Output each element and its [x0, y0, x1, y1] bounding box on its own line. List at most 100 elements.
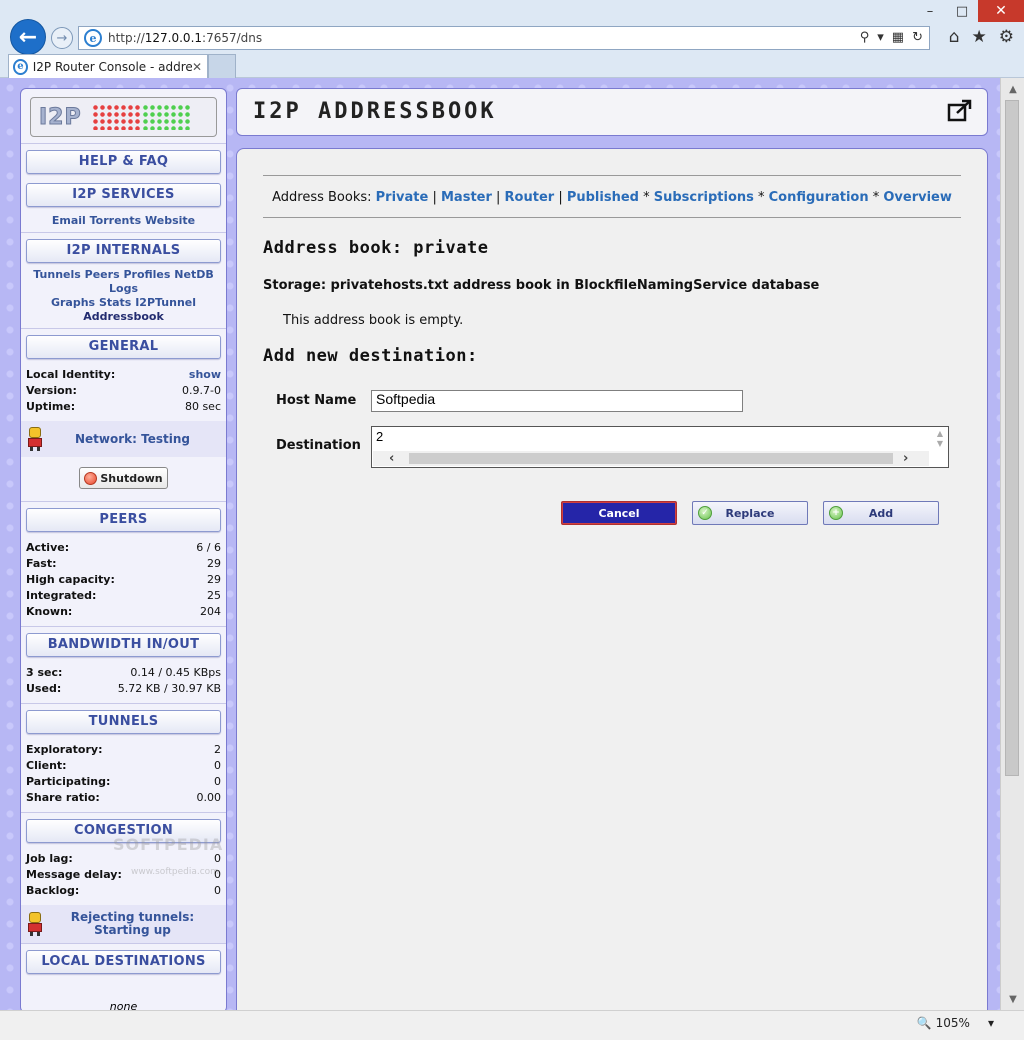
browser-tab[interactable]: e I2P Router Console - addres... ✕	[8, 54, 208, 78]
textarea-vertical-scrollbar[interactable]: ▲ ▼	[934, 429, 946, 451]
bandwidth-stat-key: Used:	[26, 682, 62, 695]
tab-close-icon[interactable]: ✕	[192, 60, 202, 74]
nav-published[interactable]: Published	[567, 190, 639, 205]
search-icon[interactable]: ⚲	[860, 30, 870, 45]
nav-subscriptions[interactable]: Subscriptions	[654, 190, 754, 205]
tunnels-button[interactable]: TUNNELS	[26, 710, 221, 734]
compat-view-icon[interactable]: ▦	[892, 30, 904, 45]
tunnels-stat-value: 2	[214, 743, 221, 756]
tunnels-stat-value: 0	[214, 775, 221, 788]
scroll-up-icon[interactable]: ▲	[1001, 80, 1024, 98]
add-button[interactable]: + Add	[823, 501, 939, 525]
i2p-logo[interactable]: I2P	[30, 97, 217, 137]
destination-textarea[interactable]: 2 ▲ ▼ ‹ ›	[371, 426, 949, 468]
scrollbar-thumb[interactable]	[1005, 100, 1019, 776]
textarea-horizontal-scrollbar[interactable]: ‹ ›	[373, 451, 929, 466]
tunnels-stat-key: Client:	[26, 759, 67, 772]
addressbook-heading: Address book: private	[263, 238, 489, 258]
cancel-button[interactable]: Cancel	[561, 501, 677, 525]
show-identity-link[interactable]: show	[189, 368, 221, 381]
destination-row: Destination 2 ▲ ▼ ‹ ›	[263, 426, 961, 468]
forward-arrow-icon: →	[56, 30, 68, 46]
tunnels-stat-key: Share ratio:	[26, 791, 100, 804]
nav-configuration[interactable]: Configuration	[769, 190, 869, 205]
host-label: Host Name	[276, 393, 357, 408]
local-destinations-button[interactable]: LOCAL DESTINATIONS	[26, 950, 221, 974]
scroll-right-icon[interactable]: ›	[903, 451, 908, 466]
peers-stat-row: Known: 204	[21, 604, 226, 620]
local-destinations-value: none	[109, 1000, 138, 1010]
window-controls: – □ ✕	[914, 0, 1024, 22]
zoom-control[interactable]: 🔍 105% ▾	[917, 1016, 994, 1030]
network-status-text[interactable]: Network: Testing	[44, 432, 221, 446]
bandwidth-button[interactable]: BANDWIDTH IN/OUT	[26, 633, 221, 657]
tunnels-stat-row: Client: 0	[21, 758, 226, 774]
peers-button[interactable]: PEERS	[26, 508, 221, 532]
link-netdb[interactable]: NetDB	[174, 268, 213, 281]
page-viewport: I2P HELP & FAQ I2P SERVICES Email Torren…	[0, 78, 1000, 1010]
congestion-stat-value: 0	[214, 884, 221, 897]
nav-router[interactable]: Router	[505, 190, 555, 205]
zoom-icon: 🔍	[916, 1016, 932, 1030]
bandwidth-stat-value: 5.72 KB / 30.97 KB	[117, 682, 221, 695]
version-row: Version: 0.9.7-0	[26, 384, 221, 397]
link-i2ptunnel[interactable]: I2PTunnel	[135, 296, 196, 309]
bandwidth-stat-row: Used: 5.72 KB / 30.97 KB	[21, 681, 226, 697]
peers-stat-value: 6 / 6	[196, 541, 221, 554]
url-text[interactable]: http://127.0.0.1:7657/dns	[108, 31, 262, 45]
nav-private[interactable]: Private	[376, 190, 429, 205]
open-external-icon[interactable]	[947, 99, 973, 123]
form-buttons: Cancel ✓ Replace + Add	[561, 501, 939, 525]
link-stats[interactable]: Stats	[99, 296, 131, 309]
nav-master[interactable]: Master	[441, 190, 492, 205]
peers-stat-row: High capacity: 29	[21, 572, 226, 588]
favorites-star-icon[interactable]: ★	[972, 27, 987, 47]
refresh-icon[interactable]: ↻	[912, 30, 923, 45]
general-button[interactable]: GENERAL	[26, 335, 221, 359]
new-tab-button[interactable]	[208, 54, 236, 78]
add-destination-heading: Add new destination:	[263, 346, 478, 366]
peers-stat-value: 204	[200, 605, 221, 618]
settings-gear-icon[interactable]: ⚙	[999, 27, 1014, 47]
link-email[interactable]: Email	[52, 214, 86, 227]
link-tunnels[interactable]: Tunnels	[33, 268, 81, 281]
zoom-dropdown-icon[interactable]: ▾	[988, 1016, 994, 1030]
host-name-input[interactable]: Softpedia	[371, 390, 743, 412]
divider-bottom	[263, 217, 961, 218]
link-torrents[interactable]: Torrents	[90, 214, 142, 227]
i2p-services-button[interactable]: I2P SERVICES	[26, 183, 221, 207]
link-logs[interactable]: Logs	[109, 282, 138, 295]
i2p-internals-button[interactable]: I2P INTERNALS	[26, 239, 221, 263]
peers-stat-value: 25	[207, 589, 221, 602]
dropdown-icon[interactable]: ▾	[877, 30, 884, 45]
home-icon[interactable]: ⌂	[949, 27, 960, 47]
link-profiles[interactable]: Profiles	[123, 268, 170, 281]
nav-overview[interactable]: Overview	[883, 190, 952, 205]
bandwidth-stat-key: 3 sec:	[26, 666, 63, 679]
congestion-stat-key: Job lag:	[26, 852, 73, 865]
close-window-button[interactable]: ✕	[978, 0, 1024, 22]
address-bar[interactable]: e http://127.0.0.1:7657/dns ⚲ ▾ ▦ ↻	[78, 26, 930, 50]
link-peers[interactable]: Peers	[85, 268, 120, 281]
link-website[interactable]: Website	[145, 214, 195, 227]
forward-button[interactable]: →	[51, 27, 73, 49]
scroll-left-icon[interactable]: ‹	[389, 451, 394, 466]
scroll-down-icon[interactable]: ▼	[1001, 990, 1024, 1008]
plus-icon: +	[829, 506, 843, 520]
shutdown-button[interactable]: Shutdown	[79, 467, 168, 489]
peers-stat-key: Fast:	[26, 557, 57, 570]
tab-ie-icon: e	[13, 58, 28, 75]
destination-label: Destination	[276, 438, 361, 453]
peers-stat-row: Fast: 29	[21, 556, 226, 572]
help-faq-button[interactable]: HELP & FAQ	[26, 150, 221, 174]
maximize-button[interactable]: □	[946, 0, 978, 22]
back-button[interactable]: ←	[10, 19, 46, 55]
tunnels-stat-value: 0.00	[196, 791, 222, 804]
bandwidth-stat-row: 3 sec: 0.14 / 0.45 KBps	[21, 665, 226, 681]
page-vertical-scrollbar[interactable]: ▲ ▼	[1000, 78, 1024, 1010]
link-graphs[interactable]: Graphs	[51, 296, 95, 309]
tunnels-stat-row: Share ratio: 0.00	[21, 790, 226, 806]
replace-button[interactable]: ✓ Replace	[692, 501, 808, 525]
minimize-button[interactable]: –	[914, 0, 946, 22]
link-addressbook[interactable]: Addressbook	[83, 310, 164, 323]
